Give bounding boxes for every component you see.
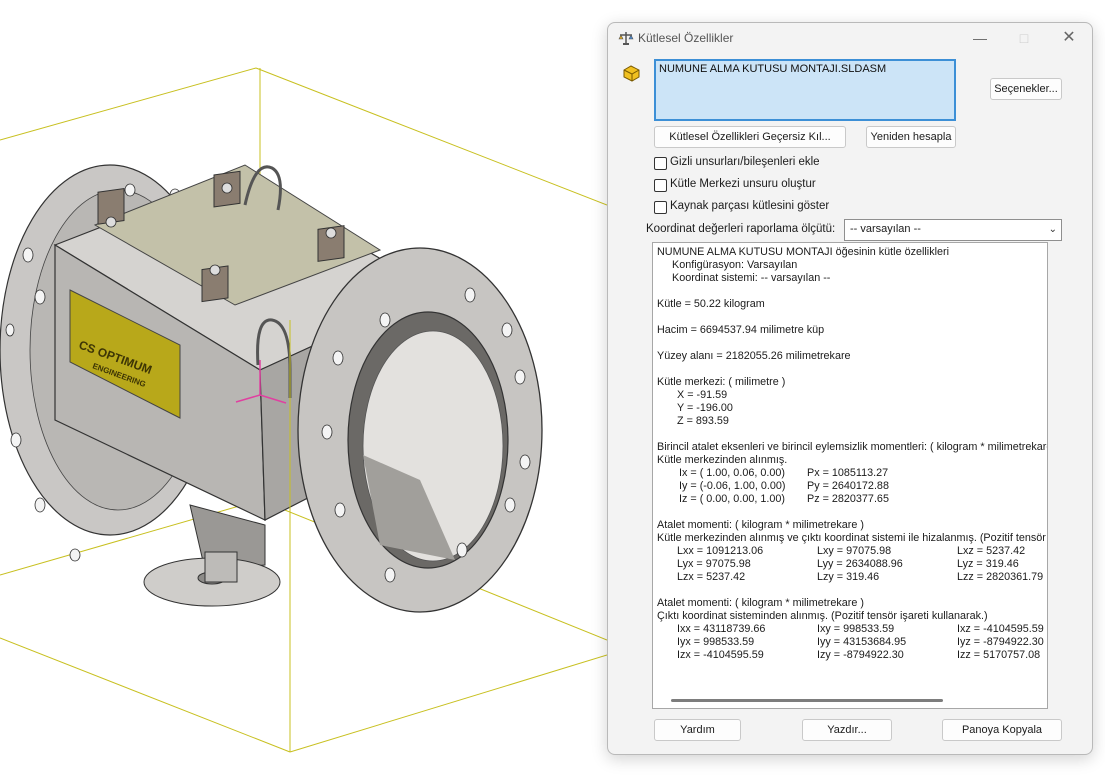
weld-mass-label: Kaynak parçası kütlesini göster — [670, 200, 830, 212]
report-moment2-title: Atalet momenti: ( kilogram * milimetreka… — [657, 597, 864, 609]
create-com-label: Kütle Merkezi unsuru oluştur — [670, 178, 816, 190]
print-button[interactable]: Yazdır... — [802, 719, 892, 741]
title-bar[interactable]: Kütlesel Özellikler — □ ✕ — [608, 23, 1092, 53]
report-moment1-sub: Kütle merkezinden alınmış ve çıktı koord… — [657, 532, 1047, 544]
report-principal-title: Birincil atalet eksenleri ve birincil ey… — [657, 441, 1048, 453]
report-com-y: Y = -196.00 — [677, 402, 733, 414]
assembly-model: CS OPTIMUM ENGINEERING — [0, 67, 607, 753]
report-moment2-sub: Çıktı koordinat sisteminden alınmış. (Po… — [657, 610, 988, 622]
report-mass: Kütle = 50.22 kilogram — [657, 298, 765, 310]
weld-mass-checkbox[interactable] — [654, 201, 667, 214]
report-moment1-row: Lzx = 5237.42 Lzy = 319.46 Lzz = 2820361.7… — [677, 571, 1044, 583]
front-flange — [297, 247, 543, 613]
minimize-button[interactable]: — — [970, 29, 990, 47]
report-com-title: Kütle merkezi: ( milimetre ) — [657, 376, 786, 388]
chevron-down-icon: ⌄ — [1048, 224, 1057, 235]
options-button[interactable]: Seçenekler... — [990, 78, 1062, 100]
coord-system-label: Koordinat değerleri raporlama ölçütü: — [646, 223, 836, 235]
report-volume: Hacim = 6694537.94 milimetre küp — [657, 324, 825, 336]
coord-system-select[interactable]: -- varsayılan -- ⌄ — [844, 219, 1062, 241]
assembly-icon — [623, 65, 640, 82]
override-mass-properties-button[interactable]: Kütlesel Özellikleri Geçersiz Kıl... — [654, 126, 846, 148]
maximize-button[interactable]: □ — [1014, 29, 1034, 47]
report-principal-row: Iy = (-0.06, 1.00, 0.00) Py = 2640172.88 — [679, 480, 889, 492]
close-button[interactable]: ✕ — [1059, 29, 1079, 47]
copy-to-clipboard-button[interactable]: Panoya Kopyala — [942, 719, 1062, 741]
report-moment2-row: Izx = -4104595.59 Izy = -8794922.30 Izz = … — [677, 649, 1041, 661]
report-moment1-row: Lyx = 97075.98 Lyy = 2634088.96 Lyz = 319.… — [677, 558, 1019, 570]
include-hidden-checkbox[interactable] — [654, 157, 667, 170]
report-moment1-row: Lxx = 1091213.06 Lxy = 97075.98 Lxz = 5237… — [677, 545, 1026, 557]
coord-system-value: -- varsayılan -- — [850, 223, 921, 235]
recalculate-button[interactable]: Yeniden hesapla — [866, 126, 956, 148]
report-moment2-row: Ixx = 43118739.66 Ixy = 998533.59 Ixz = -4… — [677, 623, 1044, 635]
bottom-foot — [143, 504, 281, 607]
report-moment1-title: Atalet momenti: ( kilogram * milimetreka… — [657, 519, 864, 531]
mass-report-text[interactable]: NUMUNE ALMA KUTUSU MONTAJI öğesinin kütl… — [652, 242, 1048, 709]
scale-icon — [618, 32, 634, 45]
report-principal-row: Iz = ( 0.00, 0.00, 1.00) Pz = 2820377.65 — [679, 493, 889, 505]
selected-items-box[interactable]: NUMUNE ALMA KUTUSU MONTAJI.SLDASM — [654, 59, 956, 121]
selected-filename: NUMUNE ALMA KUTUSU MONTAJI.SLDASM — [659, 63, 887, 75]
report-surface-area: Yüzey alanı = 2182055.26 milimetrekare — [657, 350, 851, 362]
help-button[interactable]: Yardım — [654, 719, 741, 741]
dialog-title: Kütlesel Özellikler — [638, 31, 734, 45]
horizontal-scrollbar[interactable] — [671, 699, 943, 702]
report-com-z: Z = 893.59 — [677, 415, 729, 427]
report-coord-system: Koordinat sistemi: -- varsayılan -- — [672, 272, 831, 284]
report-principal-row: Ix = ( 1.00, 0.06, 0.00) Px = 1085113.27 — [679, 467, 889, 479]
include-hidden-label: Gizli unsurları/bileşenleri ekle — [670, 156, 820, 168]
report-moment2-row: Iyx = 998533.59 Iyy = 43153684.95 Iyz = -8… — [677, 636, 1044, 648]
create-com-checkbox[interactable] — [654, 179, 667, 192]
report-config: Konfigürasyon: Varsayılan — [672, 259, 798, 271]
report-principal-sub: Kütle merkezinden alınmış. — [657, 454, 788, 466]
mass-properties-dialog: Kütlesel Özellikler — □ ✕ NUMUNE ALMA KU… — [607, 22, 1093, 755]
report-header: NUMUNE ALMA KUTUSU MONTAJI öğesinin kütl… — [657, 246, 949, 258]
report-com-x: X = -91.59 — [677, 389, 728, 401]
